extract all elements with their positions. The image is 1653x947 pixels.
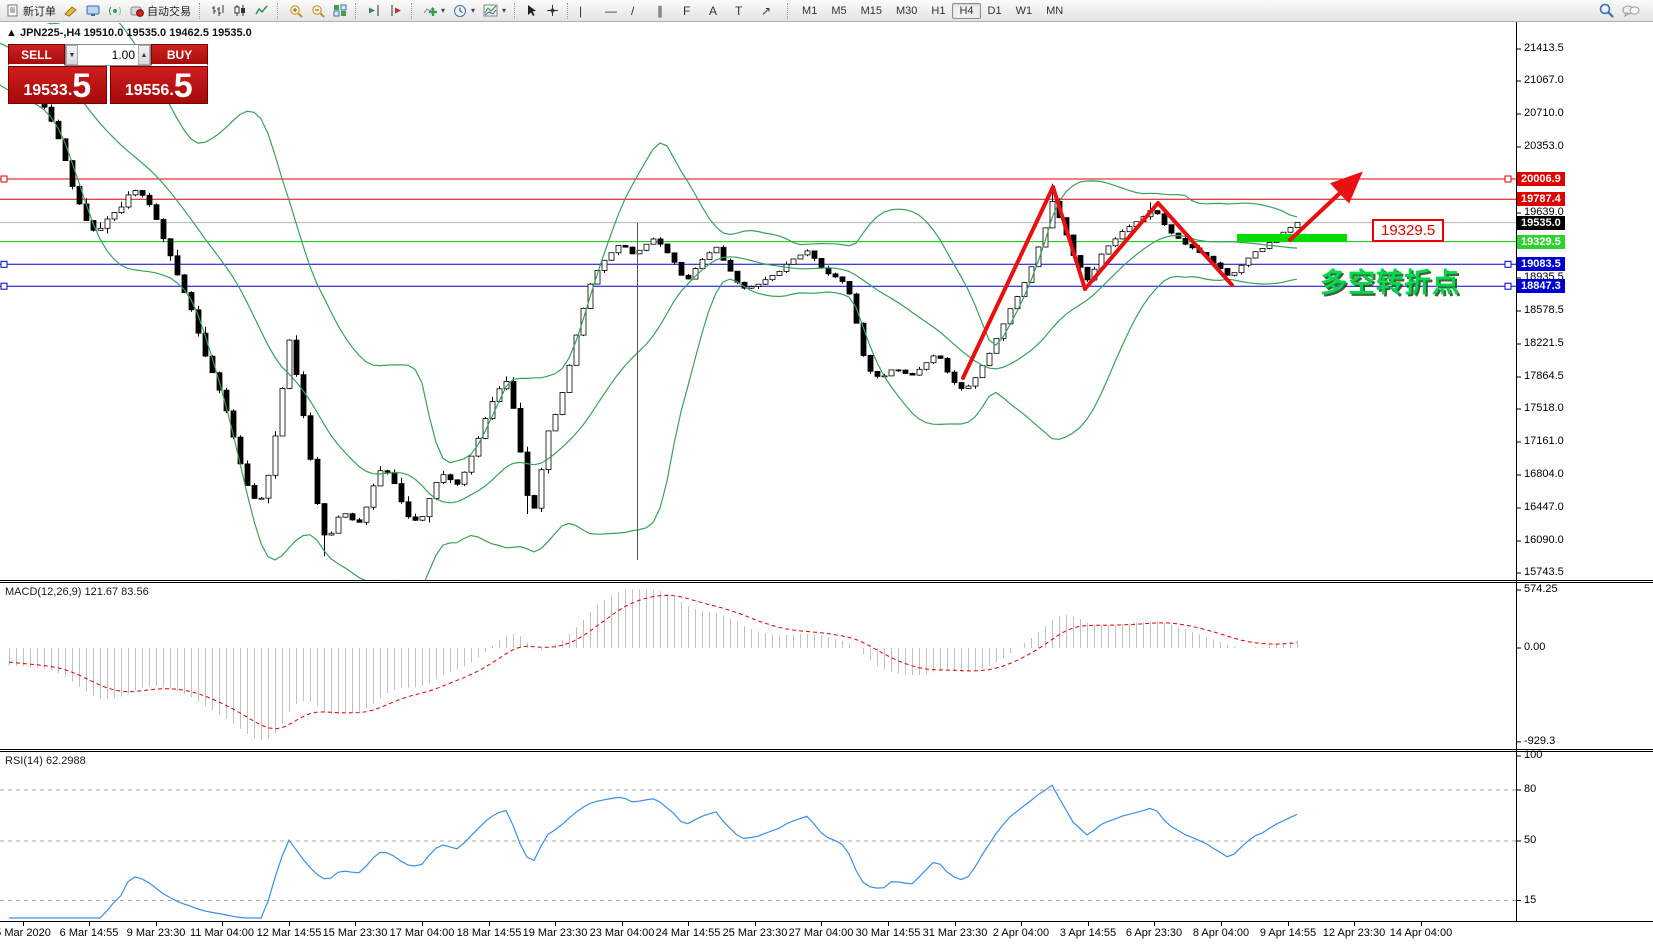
drawing-tools-group: |—/∥FAT↗ — [575, 1, 783, 21]
search-icon[interactable] — [1599, 3, 1614, 18]
sell-button[interactable]: SELL — [8, 44, 65, 66]
chevron-down-icon: ▾ — [502, 6, 506, 15]
one-click-trading-widget: SELL ▼ ▲ BUY 19533.5 19556.5 — [8, 44, 208, 104]
toolbar-separator — [514, 3, 518, 19]
candlestick-icon — [233, 4, 247, 17]
crosshair-button[interactable] — [542, 1, 563, 21]
zoom-out-icon — [311, 4, 325, 18]
volume-increase-button[interactable]: ▲ — [138, 45, 150, 65]
cursor-button[interactable] — [522, 1, 542, 21]
autotrading-button[interactable]: 自动交易 — [126, 1, 195, 21]
main-toolbar: 新订单 自动交易 ▾ ▾ — [0, 0, 1653, 22]
fibonacci-tool[interactable]: F — [679, 1, 705, 21]
timeframe-m5[interactable]: M5 — [824, 3, 853, 19]
zoom-in-button[interactable] — [285, 1, 307, 21]
timeframe-m30[interactable]: M30 — [889, 3, 924, 19]
toolbar-separator — [199, 3, 203, 19]
symbol-ohlc: 19510.0 19535.0 19462.5 19535.0 — [84, 27, 252, 39]
trend-arrows[interactable] — [963, 177, 1357, 378]
buy-price-pip: 5 — [174, 71, 193, 101]
zoom-in-icon — [289, 4, 303, 18]
candlestick-chart-button[interactable] — [229, 1, 251, 21]
new-order-label: 新订单 — [23, 3, 56, 19]
axis-ticks — [24, 49, 1522, 926]
symbol-name: JPN225-,H4 — [20, 27, 81, 39]
signal-icon — [108, 4, 122, 17]
sell-price-pip: 5 — [72, 71, 91, 101]
new-order-icon — [7, 4, 20, 17]
tile-windows-icon — [333, 4, 347, 17]
chart-shift-icon — [389, 4, 403, 17]
chevron-down-icon: ▾ — [441, 6, 445, 15]
sell-price-panel[interactable]: 19533.5 — [8, 66, 107, 104]
toolbar-separator — [355, 3, 359, 19]
timeframe-h4[interactable]: H4 — [952, 3, 980, 19]
trendline-tool[interactable]: / — [627, 1, 653, 21]
templates-button[interactable]: ▾ — [479, 1, 510, 21]
symbol-header: ▲ JPN225-,H4 19510.0 19535.0 19462.5 195… — [6, 27, 252, 39]
sell-price-main: 19533 — [23, 81, 68, 101]
timeframe-mn[interactable]: MN — [1039, 3, 1070, 19]
buy-button[interactable]: BUY — [151, 44, 208, 66]
metaeditor-icon — [86, 5, 100, 17]
rsi-panel-layer — [0, 785, 1516, 918]
template-icon — [483, 4, 498, 17]
toolbar-separator — [787, 3, 791, 19]
price-chart-svg — [0, 0, 1653, 947]
label-tool[interactable]: T — [731, 1, 757, 21]
horizontal-line-tool[interactable]: — — [601, 1, 627, 21]
new-order-button[interactable]: 新订单 — [3, 1, 60, 21]
vertical-line-tool[interactable]: | — [575, 1, 601, 21]
volume-group: ▼ ▲ — [65, 44, 151, 66]
toolbar-separator — [567, 3, 571, 19]
line-chart-icon — [255, 4, 269, 17]
timeframes-group: M1M5M15M30H1H4D1W1MN — [795, 3, 1070, 19]
autotrading-icon — [130, 4, 144, 17]
clock-icon — [453, 4, 467, 18]
bar-chart-icon — [211, 4, 225, 17]
cursor-icon — [526, 4, 538, 17]
toolbar-right-group — [1599, 3, 1650, 18]
indicators-add-icon — [423, 4, 437, 17]
macd-histogram — [9, 589, 1298, 740]
toolbar-separator — [411, 3, 415, 19]
text-tool[interactable]: A — [705, 1, 731, 21]
buy-price-main: 19556 — [125, 81, 170, 101]
chisel-icon — [64, 5, 78, 17]
macd-label: MACD(12,26,9) 121.67 83.56 — [5, 586, 149, 598]
crosshair-icon — [546, 4, 559, 17]
timeframe-m1[interactable]: M1 — [795, 3, 824, 19]
chevron-down-icon: ▾ — [471, 6, 475, 15]
turning-point-annotation[interactable]: 多空转折点 — [1320, 261, 1460, 300]
periods-button[interactable]: ▾ — [449, 1, 479, 21]
rsi-line — [9, 785, 1297, 918]
zoom-out-button[interactable] — [307, 1, 329, 21]
timeframe-m15[interactable]: M15 — [854, 3, 889, 19]
arrows-tool[interactable]: ↗ — [757, 1, 783, 21]
line-chart-button[interactable] — [251, 1, 273, 21]
volume-decrease-button[interactable]: ▼ — [66, 45, 78, 65]
auto-scroll-icon — [367, 4, 381, 17]
timeframe-h1[interactable]: H1 — [924, 3, 952, 19]
rsi-label: RSI(14) 62.2988 — [5, 755, 86, 767]
indicators-button[interactable]: ▾ — [419, 1, 449, 21]
toolbar-separator — [277, 3, 281, 19]
equidistant-channel-tool[interactable]: ∥ — [653, 1, 679, 21]
auto-scroll-button[interactable] — [363, 1, 385, 21]
timeframe-w1[interactable]: W1 — [1009, 3, 1040, 19]
chat-icon[interactable] — [1622, 4, 1640, 18]
metaquotes-button[interactable] — [60, 1, 82, 21]
chart-shift-button[interactable] — [385, 1, 407, 21]
volume-input[interactable] — [78, 45, 138, 65]
bar-chart-button[interactable] — [207, 1, 229, 21]
candles-layer — [28, 85, 1300, 556]
signals-button[interactable] — [104, 1, 126, 21]
autotrading-label: 自动交易 — [147, 3, 191, 19]
buy-price-panel[interactable]: 19556.5 — [110, 66, 209, 104]
collapse-marker-icon[interactable]: ▲ — [6, 27, 17, 39]
tile-windows-button[interactable] — [329, 1, 351, 21]
metaeditor-button[interactable] — [82, 1, 104, 21]
timeframe-d1[interactable]: D1 — [981, 3, 1009, 19]
price-level-label[interactable]: 19329.5 — [1372, 219, 1444, 242]
